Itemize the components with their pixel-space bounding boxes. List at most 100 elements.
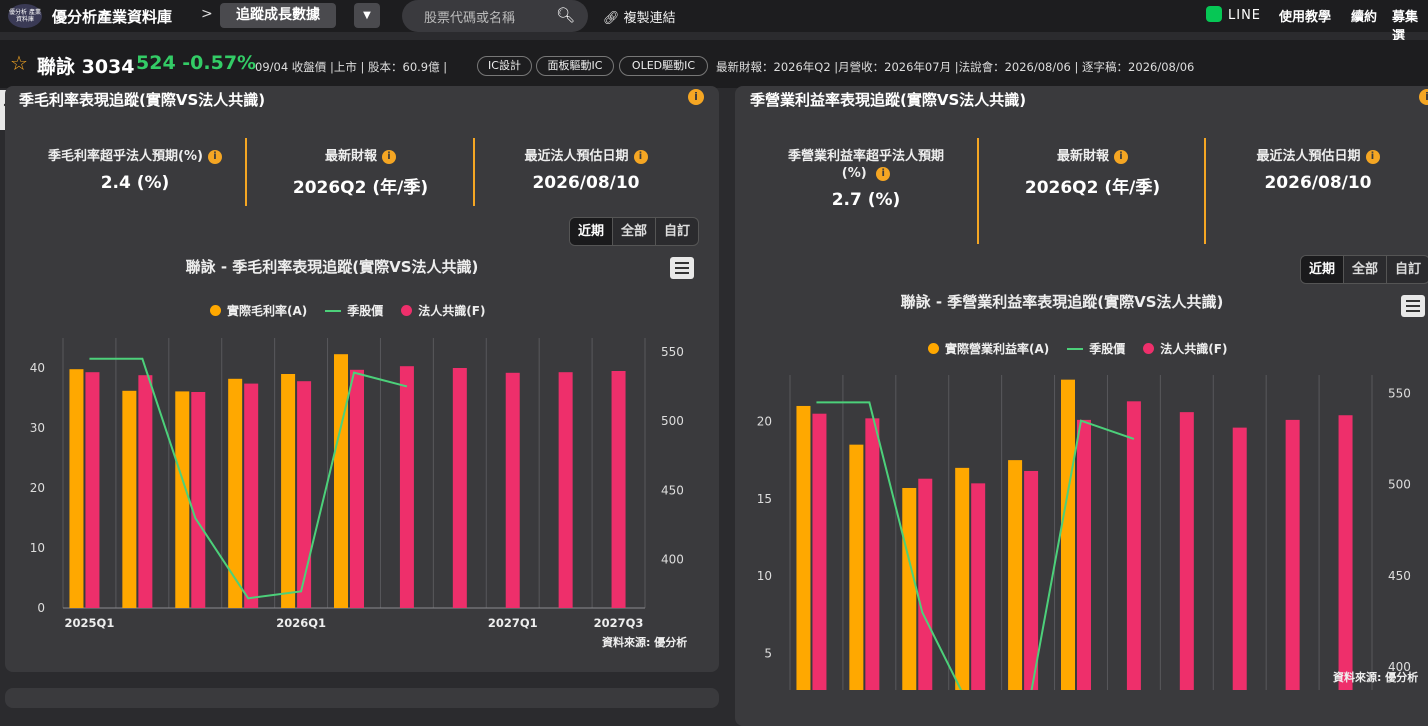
bar-consensus [918, 478, 933, 690]
bar-actual [122, 390, 137, 608]
info-icon[interactable]: i [1114, 150, 1128, 164]
kpi-value: 2026/08/10 [532, 173, 640, 193]
panel-title: 季營業利益率表現追蹤(實際VS法人共識) [750, 91, 1027, 109]
divider [1204, 138, 1206, 244]
bar-consensus [1126, 401, 1141, 690]
y2-tick-label: 500 [1388, 478, 1411, 492]
bar-consensus [1077, 419, 1091, 690]
bar-actual [1061, 379, 1075, 690]
bar-actual [955, 467, 970, 690]
chart-title: 聯詠 - 季營業利益率表現追蹤(實際VS法人共識) [900, 293, 1224, 311]
range-recent-button[interactable]: 近期 [1301, 256, 1344, 283]
brand-title[interactable]: 優分析產業資料庫 [52, 6, 172, 27]
bar-actual [334, 354, 348, 608]
y-tick-label: 20 [757, 414, 772, 428]
operating-margin-panel: 季營業利益率表現追蹤(實際VS法人共識) i 季營業利益率超乎法人預期(%) i… [735, 86, 1428, 726]
nav-fundraise[interactable]: 募集選 [1392, 6, 1428, 44]
chevron-down-icon[interactable]: ▼ [354, 3, 380, 28]
bar-actual [902, 487, 917, 690]
next-panel [5, 688, 719, 708]
gross-margin-panel: 季毛利率表現追蹤(實際VS法人共識) i 季毛利率超乎法人預期(%) i 2.4 … [5, 86, 719, 672]
top-bar: 優分析 產業資料庫 優分析產業資料庫 > 追蹤成長數據 ▼ 股票代碼或名稱 🔍︎… [0, 0, 1428, 44]
breadcrumb-current[interactable]: 追蹤成長數據 [220, 3, 336, 28]
line-button[interactable]: LINE [1206, 6, 1261, 23]
info-icon[interactable]: i [688, 89, 704, 105]
bar-consensus [1024, 470, 1039, 690]
bar-actual [796, 405, 811, 690]
x-tick-label: 2026Q1 [276, 616, 326, 630]
bar-consensus [611, 371, 626, 608]
bar-consensus [505, 372, 520, 608]
bar-actual [175, 391, 190, 608]
bar-actual [849, 444, 864, 690]
tag-panel-driver[interactable]: 面板驅動IC [536, 56, 614, 76]
range-custom-button[interactable]: 自訂 [655, 218, 698, 245]
range-recent-button[interactable]: 近期 [570, 218, 613, 245]
kpi-latest-report: 最新財報 i 2026Q2 (年/季) [980, 148, 1205, 198]
y2-tick-label: 550 [661, 345, 684, 359]
kpi-label: 最近法人預估日期 [524, 149, 629, 164]
kpi-latest-report: 最新財報 i 2026Q2 (年/季) [248, 148, 473, 198]
kpi-estimate-date: 最近法人預估日期 i 2026/08/10 [1207, 148, 1428, 193]
y2-tick-label: 550 [1388, 386, 1411, 400]
nav-renew[interactable]: 續約 [1351, 6, 1377, 25]
info-icon[interactable]: i [876, 167, 891, 181]
range-custom-button[interactable]: 自訂 [1386, 256, 1428, 283]
y-tick-label: 15 [757, 492, 772, 506]
search-icon[interactable]: 🔍︎ [556, 6, 575, 24]
chart-title: 聯詠 - 季毛利率表現追蹤(實際VS法人共識) [185, 258, 479, 276]
stock-price: 524 -0.57% [136, 52, 257, 74]
copy-link-label: 複製連結 [623, 11, 676, 26]
bar-consensus [350, 369, 364, 608]
legend-item-price[interactable]: 季股價 [1067, 340, 1125, 357]
tag-ic-design[interactable]: IC設計 [477, 56, 532, 76]
search-input[interactable]: 股票代碼或名稱 🔍︎ [402, 0, 588, 32]
bar-consensus [1232, 427, 1247, 690]
y-tick-label: 10 [757, 569, 772, 583]
bar-consensus [244, 383, 259, 608]
range-all-button[interactable]: 全部 [1343, 256, 1386, 283]
bar-consensus [971, 483, 986, 690]
tag-oled-driver[interactable]: OLED驅動IC [619, 56, 708, 76]
stock-report-info: 最新財報：2026年Q2 |月營收：2026年07月 |法說會：2026/08/… [716, 60, 1195, 74]
nav-tutorial[interactable]: 使用教學 [1279, 6, 1331, 25]
x-tick-label: 2025Q1 [65, 616, 115, 630]
bar-consensus [865, 418, 880, 690]
legend-item-consensus[interactable]: 法人共識(F) [1143, 340, 1227, 357]
bar-consensus [558, 372, 573, 608]
legend-item-consensus[interactable]: 法人共識(F) [401, 302, 485, 319]
chart-legend: 實際營業利益率(A) 季股價 法人共識(F) [928, 340, 1227, 357]
brand-logo[interactable]: 優分析 產業資料庫 [8, 4, 42, 28]
range-toggle: 近期 全部 自訂 [1300, 255, 1428, 284]
range-all-button[interactable]: 全部 [612, 218, 655, 245]
kpi-value: 2026/08/10 [1264, 173, 1372, 193]
chart-menu-icon[interactable] [670, 257, 694, 279]
legend-item-actual[interactable]: 實際營業利益率(A) [928, 340, 1049, 357]
bar-consensus [138, 375, 153, 608]
y-tick-label: 5 [764, 647, 772, 661]
info-icon[interactable]: i [1419, 89, 1428, 105]
info-icon[interactable]: i [1365, 150, 1380, 164]
breadcrumb-separator: > [201, 6, 213, 22]
kpi-value: 2.4 (%) [100, 173, 170, 193]
chart-menu-icon[interactable] [1401, 295, 1425, 317]
bar-actual [228, 378, 243, 608]
bar-consensus [812, 413, 827, 690]
x-tick-label: 2027Q1 [488, 616, 538, 630]
bar-consensus [399, 366, 414, 608]
legend-item-price[interactable]: 季股價 [325, 302, 383, 319]
kpi-beat-estimate: 季營業利益率超乎法人預期(%) i 2.7 (%) [755, 148, 977, 210]
y2-tick-label: 500 [661, 414, 684, 428]
star-icon[interactable]: ☆ [10, 51, 28, 75]
kpi-estimate-date: 最近法人預估日期 i 2026/08/10 [476, 148, 696, 193]
y-tick-label: 30 [30, 421, 45, 435]
info-icon[interactable]: i [207, 150, 222, 164]
info-icon[interactable]: i [382, 150, 396, 164]
legend-item-actual[interactable]: 實際毛利率(A) [210, 302, 307, 319]
info-icon[interactable]: i [633, 150, 648, 164]
stock-name: 聯詠 3034 [37, 56, 135, 78]
copy-link-button[interactable]: 🔗︎ 複製連結 [603, 7, 676, 26]
line-icon [1206, 6, 1222, 22]
y-tick-label: 10 [30, 541, 45, 555]
divider [245, 138, 247, 206]
